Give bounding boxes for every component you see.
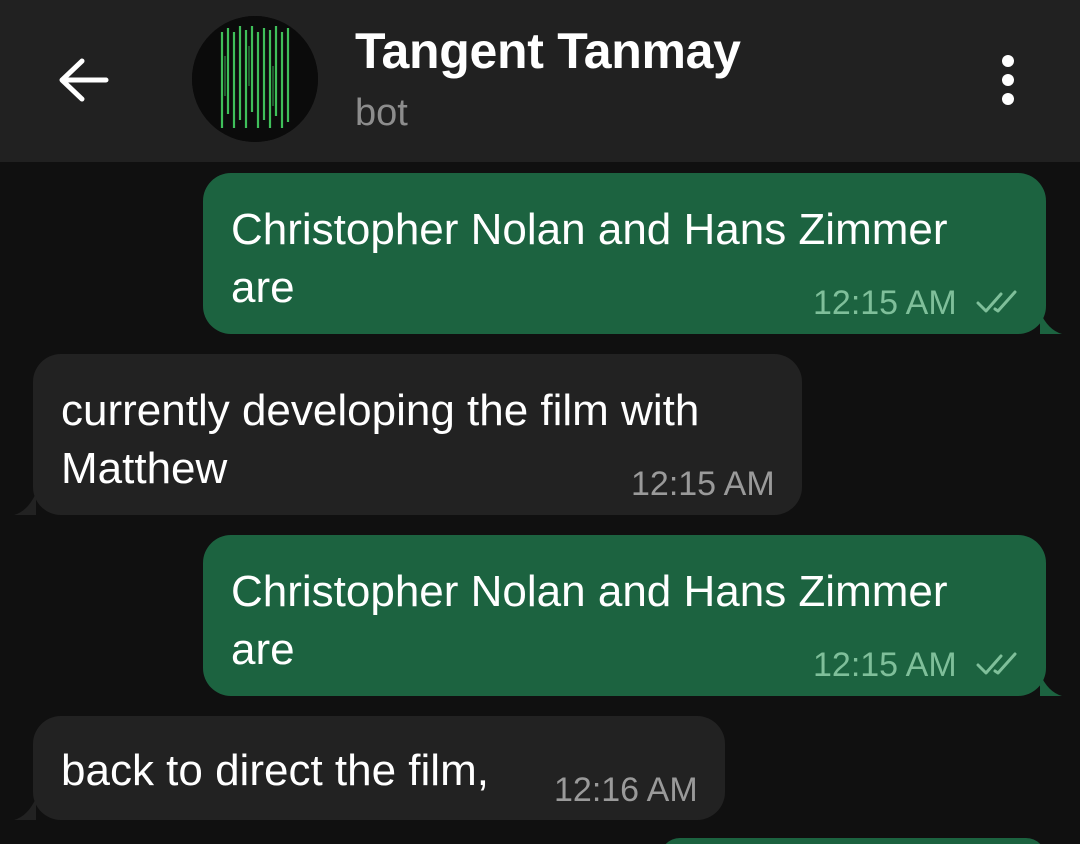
message-time: 12:15 AM: [631, 465, 775, 503]
message-time: 12:15 AM: [813, 646, 957, 684]
chat-screen: Tangent Tanmay bot Christopher Nolan and…: [0, 0, 1080, 844]
double-check-icon: [976, 652, 1017, 675]
bubble-tail: [1040, 312, 1062, 334]
message-bubble-incoming[interactable]: back to direct the film, 12:16 AM: [33, 716, 725, 820]
message-time: 12:16 AM: [554, 771, 698, 809]
chat-header: Tangent Tanmay bot: [0, 0, 1080, 162]
chat-subtitle: bot: [355, 92, 408, 134]
bubble-tail: [14, 493, 36, 515]
bubble-tail: [14, 798, 36, 820]
message-bubble-outgoing-partial[interactable]: [660, 838, 1046, 844]
message-text: currently developing the film with Matth…: [61, 386, 700, 493]
arrow-left-icon: [59, 58, 109, 102]
more-options-button[interactable]: [978, 44, 1038, 116]
message-bubble-outgoing[interactable]: Christopher Nolan and Hans Zimmer are 12…: [203, 535, 1046, 696]
chat-title[interactable]: Tangent Tanmay: [355, 22, 741, 80]
avatar[interactable]: [192, 16, 318, 142]
bot-avatar-icon: [192, 16, 318, 142]
more-vertical-icon-dot: [1002, 74, 1014, 86]
double-check-icon: [976, 290, 1017, 313]
back-button[interactable]: [44, 40, 124, 120]
message-time: 12:15 AM: [813, 284, 957, 322]
message-text: back to direct the film,: [61, 746, 489, 795]
more-vertical-icon: [1002, 55, 1014, 67]
bubble-tail: [1040, 674, 1062, 696]
more-vertical-icon-dot: [1002, 93, 1014, 105]
message-bubble-incoming[interactable]: currently developing the film with Matth…: [33, 354, 802, 515]
message-bubble-outgoing[interactable]: Christopher Nolan and Hans Zimmer are 12…: [203, 173, 1046, 334]
